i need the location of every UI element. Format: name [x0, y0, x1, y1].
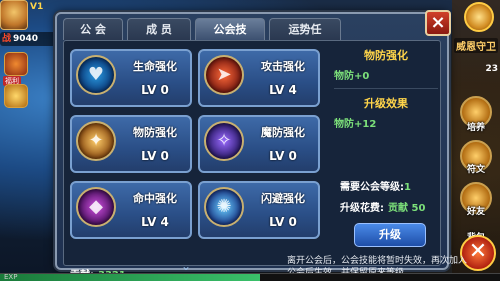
exp-fill — [0, 274, 260, 281]
skill-level: LV 0 — [141, 83, 169, 97]
power-prefix: 战 — [2, 34, 12, 44]
guild-panel: 公 会 成 员 公会技能 运势任务 × ♥ 生命强化 LV 0 ➤ 攻击强化 L… — [55, 10, 467, 281]
rune-label: 符文 — [466, 165, 485, 175]
game-screen: V1 战9040 福利 威恩守卫 23 培养 符文 好友 背包 ✕ 公 会 成 … — [0, 0, 500, 281]
cost-label: 升级花费: — [340, 203, 384, 214]
detail-current: 物防+0 — [334, 71, 370, 82]
tab-guild-skills[interactable]: 公会技能 — [195, 18, 265, 57]
skill-name: 物防强化 — [133, 126, 177, 139]
dodge-icon: ✺ — [204, 187, 244, 227]
skill-level: LV 4 — [269, 83, 297, 97]
upgrade-cost: 升级花费: 贡献 50 — [340, 199, 425, 214]
upgrade-value: 物防+12 — [334, 119, 377, 130]
hit-glyph: ◆ — [89, 196, 103, 217]
tab-guild[interactable]: 公 会 — [63, 18, 123, 40]
requirement-value: 1 — [404, 182, 411, 193]
skill-card-hit[interactable]: ◆ 命中强化 LV 4 — [70, 181, 192, 239]
magic-defense-icon: ✧ — [204, 121, 244, 161]
skill-level: LV 0 — [269, 215, 297, 229]
requirement: 需要公会等级:1 — [340, 178, 411, 193]
skill-name: 闪避强化 — [261, 192, 305, 205]
requirement-label: 需要公会等级: — [340, 182, 404, 193]
cost-value: 贡献 50 — [388, 203, 426, 214]
tab-members[interactable]: 成 员 — [127, 18, 191, 40]
skill-name: 魔防强化 — [261, 126, 305, 139]
welfare-icon[interactable] — [4, 52, 28, 76]
life-icon: ♥ — [76, 55, 116, 95]
physical-defense-glyph: ✦ — [88, 130, 104, 151]
skills-content: ♥ 生命强化 LV 0 ➤ 攻击强化 LV 4 ✦ 物防强化 LV 0 ✧ 魔防… — [63, 40, 467, 281]
physical-defense-icon: ✦ — [76, 121, 116, 161]
tab-fortune-tasks[interactable]: 运势任务 — [269, 18, 341, 57]
upgrade-title: 升级效果 — [364, 97, 408, 110]
skill-name: 命中强化 — [133, 192, 177, 205]
skill-name: 攻击强化 — [261, 60, 305, 73]
skill-name: 生命强化 — [133, 60, 177, 73]
skill-grid[interactable]: ♥ 生命强化 LV 0 ➤ 攻击强化 LV 4 ✦ 物防强化 LV 0 ✧ 魔防… — [70, 49, 326, 249]
combat-power: 战 9040 — [0, 32, 60, 46]
power-value: 9040 — [13, 34, 39, 44]
skill-card-physical-defense[interactable]: ✦ 物防强化 LV 0 — [70, 115, 192, 173]
vip-level: V1 — [30, 2, 44, 12]
magic-defense-glyph: ✧ — [216, 130, 232, 151]
dodge-glyph: ✺ — [216, 196, 232, 217]
life-glyph: ♥ — [87, 64, 105, 85]
train-label: 培养 — [466, 123, 485, 133]
exp-label: EXP — [4, 273, 18, 281]
skill-card-dodge[interactable]: ✺ 闪避强化 LV 0 — [198, 181, 320, 239]
player-avatar[interactable] — [0, 0, 28, 30]
attack-icon: ➤ — [204, 55, 244, 95]
guardian-avatar[interactable] — [464, 2, 494, 32]
notification-count: 23 — [485, 64, 498, 74]
skill-level: LV 0 — [269, 149, 297, 163]
guardian-label: 威恩守卫 — [454, 38, 498, 53]
event-icon[interactable] — [4, 84, 28, 108]
skill-level: LV 0 — [141, 149, 169, 163]
exp-bar — [0, 273, 500, 281]
close-icon[interactable]: × — [425, 10, 451, 36]
skill-detail: 物防强化 物防+0 升级效果 物防+12 — [334, 47, 438, 130]
skill-card-attack[interactable]: ➤ 攻击强化 LV 4 — [198, 49, 320, 107]
divider — [334, 88, 438, 89]
attack-glyph: ➤ — [216, 64, 232, 85]
skill-card-magic-defense[interactable]: ✧ 魔防强化 LV 0 — [198, 115, 320, 173]
detail-title: 物防强化 — [364, 49, 408, 62]
hit-icon: ◆ — [76, 187, 116, 227]
friends-label: 好友 — [466, 207, 485, 217]
upgrade-button[interactable]: 升级 — [354, 223, 426, 247]
skill-level: LV 4 — [141, 215, 169, 229]
chevron-down-icon[interactable]: ⌄ — [181, 259, 191, 273]
tab-bar: 公 会 成 员 公会技能 运势任务 — [63, 18, 341, 57]
skill-card-life[interactable]: ♥ 生命强化 LV 0 — [70, 49, 192, 107]
